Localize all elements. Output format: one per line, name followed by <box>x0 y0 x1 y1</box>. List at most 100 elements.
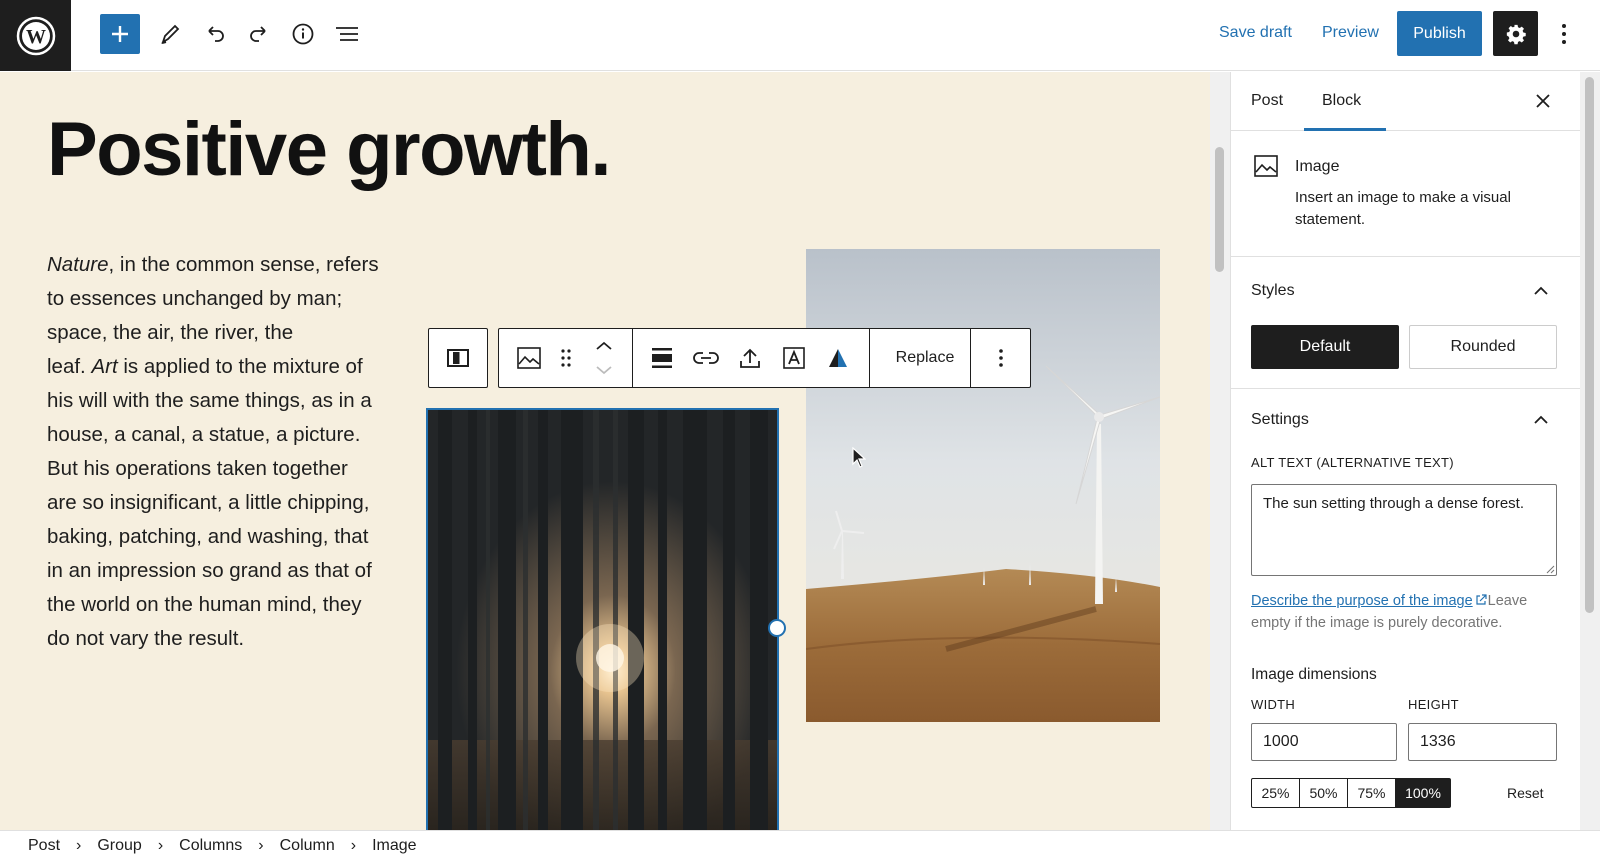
link-icon <box>693 352 719 364</box>
style-rounded-button[interactable]: Rounded <box>1409 325 1557 369</box>
block-card: Image Insert an image to make a visual s… <box>1231 131 1580 257</box>
upload-button[interactable] <box>730 329 770 387</box>
settings-toggle-button[interactable] <box>1493 11 1538 56</box>
style-default-button[interactable]: Default <box>1251 325 1399 369</box>
drag-handle[interactable] <box>551 329 581 387</box>
resize-grip-icon <box>1546 565 1555 574</box>
info-icon <box>292 23 314 45</box>
align-button[interactable] <box>642 329 682 387</box>
replace-button[interactable]: Replace <box>880 329 970 387</box>
breadcrumb-item-column[interactable]: Column <box>280 837 335 855</box>
paragraph-text: space, the air, the river, the <box>47 321 294 344</box>
height-label: HEIGHT <box>1408 697 1459 712</box>
italic-text: Art <box>91 355 118 378</box>
details-button[interactable] <box>283 14 323 54</box>
paragraph-line: leaf. Art is applied to the mixture of <box>47 350 407 384</box>
image-dimensions-title: Image dimensions <box>1251 666 1377 683</box>
list-view-icon <box>336 27 358 41</box>
block-type-button[interactable] <box>509 329 549 387</box>
canvas-scrollbar[interactable] <box>1210 72 1230 830</box>
options-menu-button[interactable] <box>1552 14 1576 54</box>
redo-button[interactable] <box>239 14 279 54</box>
paragraph-line: the world on the human mind, they <box>47 588 407 622</box>
paragraph-text: his will with the same things, as in a <box>47 389 372 412</box>
sidebar-tabs: Post Block <box>1231 72 1580 131</box>
percent-100-button[interactable]: 100% <box>1396 779 1450 807</box>
paragraph-text: house, a canal, a statue, a picture. <box>47 423 361 446</box>
tools-button[interactable] <box>150 14 190 54</box>
post-title[interactable]: Positive growth. <box>47 106 611 193</box>
paragraph-text: are so insignificant, a little chipping, <box>47 491 370 514</box>
paragraph-line: do not vary the result. <box>47 622 407 656</box>
link-button[interactable] <box>686 329 726 387</box>
paragraph-line: Nature, in the common sense, refers <box>47 248 407 282</box>
reset-dimensions-button[interactable]: Reset <box>1507 785 1544 801</box>
chevron-right-icon: › <box>258 836 264 854</box>
breadcrumb-item-post[interactable]: Post <box>28 837 60 855</box>
settings-panel-toggle[interactable]: Settings <box>1231 389 1580 449</box>
image-resize-handle[interactable] <box>768 619 786 637</box>
percent-75-button[interactable]: 75% <box>1348 779 1396 807</box>
svg-text:W: W <box>26 26 46 48</box>
list-view-button[interactable] <box>327 14 367 54</box>
text-overlay-icon <box>783 347 805 369</box>
paragraph-line: But his operations taken together <box>47 452 407 486</box>
width-input[interactable] <box>1251 723 1397 761</box>
breadcrumb-item-image[interactable]: Image <box>372 837 416 855</box>
toolbar-divider <box>632 329 633 387</box>
breadcrumb-item-group[interactable]: Group <box>97 837 141 855</box>
breadcrumb-item-columns[interactable]: Columns <box>179 837 242 855</box>
paragraph-line: baking, patching, and washing, that <box>47 520 407 554</box>
mouse-cursor-icon <box>852 447 866 468</box>
external-link-icon <box>1476 594 1487 605</box>
sidebar-scrollbar[interactable] <box>1580 72 1600 830</box>
block-description: Insert an image to make a visual stateme… <box>1295 189 1511 228</box>
wordpress-logo[interactable]: W <box>0 0 71 71</box>
percent-25-button[interactable]: 25% <box>1252 779 1300 807</box>
block-options-button[interactable] <box>980 329 1022 387</box>
styles-panel-toggle[interactable]: Styles <box>1231 260 1580 320</box>
move-up-down-buttons[interactable] <box>585 329 623 387</box>
gear-icon <box>1506 24 1526 44</box>
add-block-button[interactable] <box>100 14 140 54</box>
tab-post[interactable]: Post <box>1251 92 1283 110</box>
toolbar-divider <box>970 329 971 387</box>
paragraph-text: in an impression so grand as that of <box>47 559 372 582</box>
italic-text: Nature <box>47 253 109 276</box>
undo-button[interactable] <box>195 14 235 54</box>
duotone-filter-button[interactable] <box>818 329 858 387</box>
wind-turbine-image[interactable] <box>806 249 1160 722</box>
paragraph-block[interactable]: Nature, in the common sense, refers to es… <box>47 248 407 656</box>
select-parent-button[interactable] <box>428 328 488 388</box>
describe-purpose-link[interactable]: Describe the purpose of the image <box>1251 593 1473 609</box>
percent-50-button[interactable]: 50% <box>1300 779 1348 807</box>
plus-icon <box>112 26 128 42</box>
image-icon <box>1254 155 1278 177</box>
duotone-icon <box>829 349 847 367</box>
tab-block[interactable]: Block <box>1322 92 1361 110</box>
block-toolbar: Replace <box>498 328 1031 388</box>
settings-panel-title: Settings <box>1251 411 1309 428</box>
chevron-up-icon <box>1531 409 1551 429</box>
editor-canvas[interactable]: Positive growth. Nature, in the common s… <box>0 72 1210 830</box>
more-vertical-icon <box>1562 24 1566 44</box>
height-input[interactable] <box>1408 723 1557 761</box>
chevron-up-icon <box>1531 280 1551 300</box>
save-draft-button[interactable]: Save draft <box>1219 24 1292 42</box>
publish-button[interactable]: Publish <box>1397 11 1482 56</box>
paragraph-text: , in the common sense, refers <box>108 253 379 276</box>
alt-text-field[interactable]: The sun setting through a dense forest. <box>1251 484 1557 576</box>
redo-icon <box>250 26 266 42</box>
close-icon <box>1536 94 1550 108</box>
text-over-image-button[interactable] <box>774 329 814 387</box>
close-sidebar-button[interactable] <box>1531 89 1555 113</box>
preview-button[interactable]: Preview <box>1322 24 1379 42</box>
align-wide-icon <box>652 348 672 368</box>
alt-text-help: Describe the purpose of the image Leave e… <box>1251 590 1561 634</box>
forest-image[interactable] <box>426 408 779 830</box>
upload-icon <box>740 348 760 368</box>
paragraph-text: But his operations taken together <box>47 457 348 480</box>
chevron-right-icon: › <box>350 836 357 854</box>
paragraph-text: leaf. <box>47 355 92 378</box>
paragraph-line: to essences unchanged by man; <box>47 282 407 316</box>
